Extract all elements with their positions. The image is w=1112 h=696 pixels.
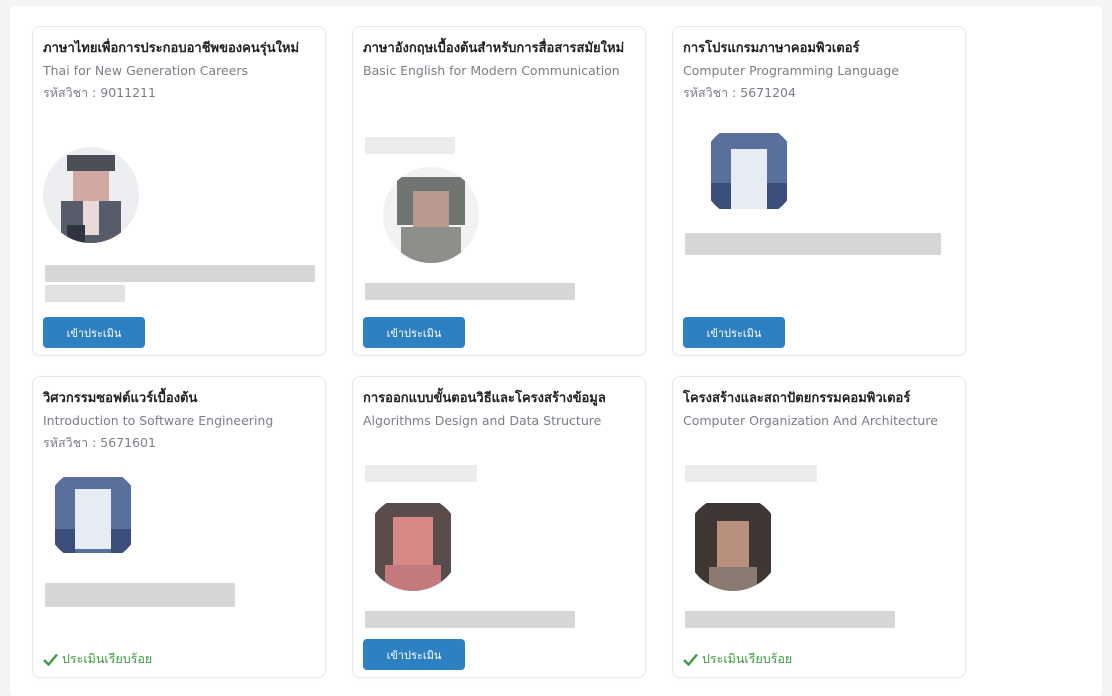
evaluate-button[interactable]: เข้าประเมิน (363, 639, 465, 670)
evaluate-button[interactable]: เข้าประเมิน (43, 317, 145, 348)
course-title-en: Computer Organization And Architecture (683, 413, 938, 428)
course-card: การโปรแกรมภาษาคอมพิวเตอร์ Computer Progr… (672, 26, 966, 356)
check-icon (43, 653, 58, 666)
course-code-blurred (365, 137, 455, 154)
course-title-th: โครงสร้างและสถาปัตยกรรมคอมพิวเตอร์ (683, 391, 911, 406)
course-code: รหัสวิชา : 5671204 (683, 85, 796, 100)
instructor-name-blurred (365, 611, 575, 628)
course-title-th: วิศวกรรมซอฟต์แวร์เบื้องต้น (43, 391, 198, 406)
instructor-photo (43, 147, 139, 243)
status-label: ประเมินเรียบร้อย (702, 651, 793, 666)
course-title-en: Algorithms Design and Data Structure (363, 413, 602, 428)
course-title-en: Computer Programming Language (683, 63, 900, 78)
evaluate-button[interactable]: เข้าประเมิน (363, 317, 465, 348)
instructor-name-blurred (45, 285, 125, 302)
course-code: รหัสวิชา : 5671601 (43, 435, 156, 450)
instructor-name-blurred (685, 233, 941, 255)
instructor-photo (701, 123, 797, 219)
instructor-name-blurred (45, 265, 315, 282)
course-title-en: Introduction to Software Engineering (43, 413, 274, 428)
course-title-en: Thai for New Generation Careers (43, 63, 249, 78)
course-title-th: ภาษาไทยเพื่อการประกอบอาชีพของคนรุ่นใหม่ (43, 41, 300, 56)
evaluation-complete-status: ประเมินเรียบร้อย (43, 649, 152, 669)
course-card: การออกแบบขั้นตอนวิธีและโครงสร้างข้อมูล A… (352, 376, 646, 678)
course-card: โครงสร้างและสถาปัตยกรรมคอมพิวเตอร์ Compu… (672, 376, 966, 678)
course-code: รหัสวิชา : 9011211 (43, 85, 156, 100)
instructor-photo (685, 495, 781, 591)
evaluation-complete-status: ประเมินเรียบร้อย (683, 649, 792, 669)
instructor-name-blurred (365, 283, 575, 300)
instructor-photo (365, 495, 461, 591)
course-title-th: ภาษาอังกฤษเบื้องต้นสำหรับการสื่อสารสมัยใ… (363, 41, 625, 56)
instructor-name-blurred (685, 611, 895, 628)
instructor-photo (383, 167, 479, 263)
course-code-blurred (685, 465, 817, 482)
check-icon (683, 653, 698, 666)
course-card: ภาษาไทยเพื่อการประกอบอาชีพของคนรุ่นใหม่ … (32, 26, 326, 356)
course-code-blurred (365, 465, 477, 482)
course-card: วิศวกรรมซอฟต์แวร์เบื้องต้น Introduction … (32, 376, 326, 678)
course-evaluation-panel: ภาษาไทยเพื่อการประกอบอาชีพของคนรุ่นใหม่ … (10, 6, 1102, 696)
course-card: ภาษาอังกฤษเบื้องต้นสำหรับการสื่อสารสมัยใ… (352, 26, 646, 356)
course-title-th: การโปรแกรมภาษาคอมพิวเตอร์ (683, 41, 860, 56)
course-title-en: Basic English for Modern Communication (363, 63, 620, 78)
evaluate-button[interactable]: เข้าประเมิน (683, 317, 785, 348)
course-title-th: การออกแบบขั้นตอนวิธีและโครงสร้างข้อมูล (363, 391, 606, 406)
status-label: ประเมินเรียบร้อย (62, 651, 153, 666)
instructor-photo (45, 467, 141, 563)
instructor-name-blurred (45, 583, 235, 607)
